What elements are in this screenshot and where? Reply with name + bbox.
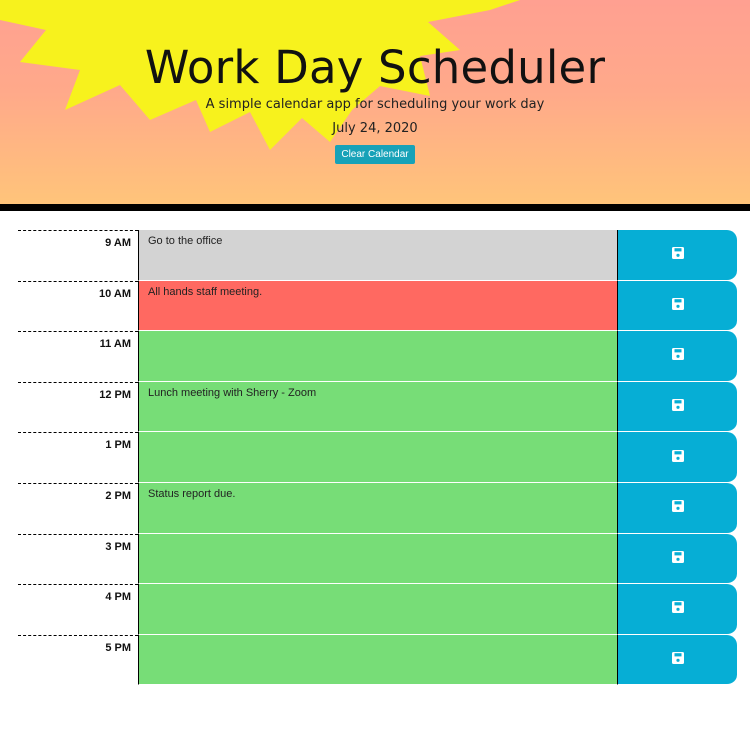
page-subtitle: A simple calendar app for scheduling you…: [205, 97, 545, 112]
event-description-input[interactable]: [138, 533, 618, 585]
save-button[interactable]: [618, 230, 737, 281]
hour-label: 9 AM: [18, 230, 138, 281]
hour-label: 4 PM: [18, 584, 138, 635]
hour-label: 5 PM: [18, 634, 138, 686]
event-description-input[interactable]: [138, 331, 618, 382]
hour-label: 1 PM: [18, 432, 138, 483]
hour-label: 3 PM: [18, 533, 138, 585]
time-block: 9 AM Go to the office: [18, 230, 737, 281]
event-description-input[interactable]: Go to the office: [138, 230, 618, 281]
save-button[interactable]: [618, 381, 737, 433]
save-icon: [671, 296, 685, 315]
event-description-input[interactable]: [138, 584, 618, 635]
save-icon: [671, 397, 685, 416]
clear-calendar-button[interactable]: Clear Calendar: [335, 145, 415, 164]
save-button[interactable]: [618, 533, 737, 585]
time-block: 2 PM Status report due.: [18, 482, 737, 534]
save-button[interactable]: [618, 331, 737, 382]
save-icon: [671, 498, 685, 517]
event-description-input[interactable]: [138, 432, 618, 483]
save-button[interactable]: [618, 634, 737, 686]
page-title: Work Day Scheduler: [144, 41, 606, 94]
save-icon: [671, 245, 685, 264]
time-block: 4 PM: [18, 584, 737, 635]
header-jumbotron: Work Day Scheduler A simple calendar app…: [0, 0, 750, 204]
time-block: 10 AM All hands staff meeting.: [18, 280, 737, 332]
event-description-input[interactable]: Status report due.: [138, 482, 618, 534]
event-description-input[interactable]: [138, 634, 618, 686]
save-icon: [671, 549, 685, 568]
time-block: 12 PM Lunch meeting with Sherry - Zoom: [18, 381, 737, 433]
header-divider: [0, 204, 750, 211]
save-icon: [671, 599, 685, 618]
save-icon: [671, 448, 685, 467]
time-block: 11 AM: [18, 331, 737, 382]
save-button[interactable]: [618, 584, 737, 635]
save-button[interactable]: [618, 432, 737, 483]
time-block: 3 PM: [18, 533, 737, 585]
scheduler: 9 AM Go to the office 10 AM All hands staff…: [18, 230, 737, 686]
hour-label: 12 PM: [18, 381, 138, 433]
time-block: 1 PM: [18, 432, 737, 483]
save-icon: [671, 650, 685, 669]
hour-label: 2 PM: [18, 482, 138, 534]
time-block: 5 PM: [18, 634, 737, 686]
save-button[interactable]: [618, 482, 737, 534]
current-date: July 24, 2020: [332, 121, 418, 136]
hour-label: 11 AM: [18, 331, 138, 382]
save-icon: [671, 346, 685, 365]
save-button[interactable]: [618, 280, 737, 332]
event-description-input[interactable]: Lunch meeting with Sherry - Zoom: [138, 381, 618, 433]
event-description-input[interactable]: All hands staff meeting.: [138, 280, 618, 332]
hour-label: 10 AM: [18, 280, 138, 332]
